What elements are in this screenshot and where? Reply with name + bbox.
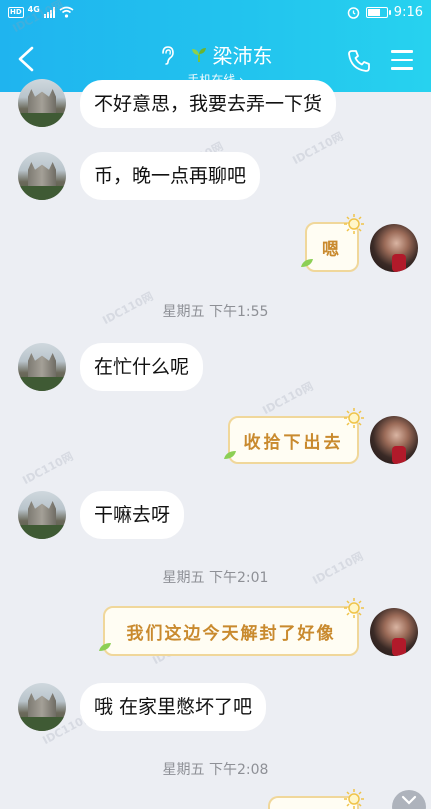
my-avatar[interactable] [370,224,418,272]
phone-icon[interactable] [346,48,372,74]
contact-avatar[interactable] [18,152,66,200]
message-bubble-sent[interactable]: 收拾下出去 [228,416,359,464]
contact-avatar[interactable] [18,491,66,539]
hd-badge: HD [8,6,24,18]
watermark: IDC110网 [20,449,76,488]
my-avatar[interactable] [370,608,418,656]
message-bubble-received[interactable]: 不好意思，我要去弄一下货 [80,80,337,128]
timestamp: 星期五 下午2:08 [162,762,269,778]
menu-icon[interactable] [391,50,413,70]
battery-icon [365,7,391,18]
leaf-decoration-icon [99,643,111,651]
contact-avatar[interactable] [18,343,66,391]
sun-decoration-icon [344,214,364,234]
status-right: 9:16 [347,5,423,20]
leaf-decoration-icon [301,259,313,267]
timestamp: 星期五 下午2:01 [162,570,269,586]
contact-avatar[interactable] [18,683,66,731]
sun-decoration-icon [344,408,364,428]
timestamp: 星期五 下午1:55 [162,304,269,320]
title-line: 梁沛东 [159,40,273,69]
my-avatar[interactable] [370,416,418,464]
contact-name[interactable]: 梁沛东 [213,40,273,69]
alarm-icon [347,7,360,19]
wifi-icon [59,6,74,18]
message-bubble-sent[interactable]: 我们这边今天解封了好像 [103,606,359,656]
watermark: IDC110网 [260,379,316,418]
ear-icon[interactable] [159,45,175,65]
scroll-down-button[interactable] [392,790,426,809]
sun-decoration-icon [344,598,364,618]
chat-header: HD 4G 9:16 梁沛东 [0,0,431,92]
watermark: IDC110网 [290,129,346,168]
leaf-decoration-icon [224,451,236,459]
contact-avatar[interactable] [18,79,66,127]
message-bubble-received[interactable]: 哦 在家里憋坏了吧 [80,683,267,731]
message-bubble-received[interactable]: 币，晚一点再聊吧 [80,152,261,200]
message-bubble-received[interactable]: 在忙什么呢 [80,343,204,391]
network-type: 4G [27,5,40,14]
sprout-icon [191,47,206,62]
sun-decoration-icon [344,789,364,809]
signal-icon [43,6,55,18]
chevron-down-icon [401,795,417,805]
clock-time: 9:16 [393,5,423,20]
message-bubble-received[interactable]: 干嘛去呀 [80,491,185,539]
status-left: HD 4G [8,5,74,18]
status-bar: HD 4G 9:16 [0,0,431,28]
